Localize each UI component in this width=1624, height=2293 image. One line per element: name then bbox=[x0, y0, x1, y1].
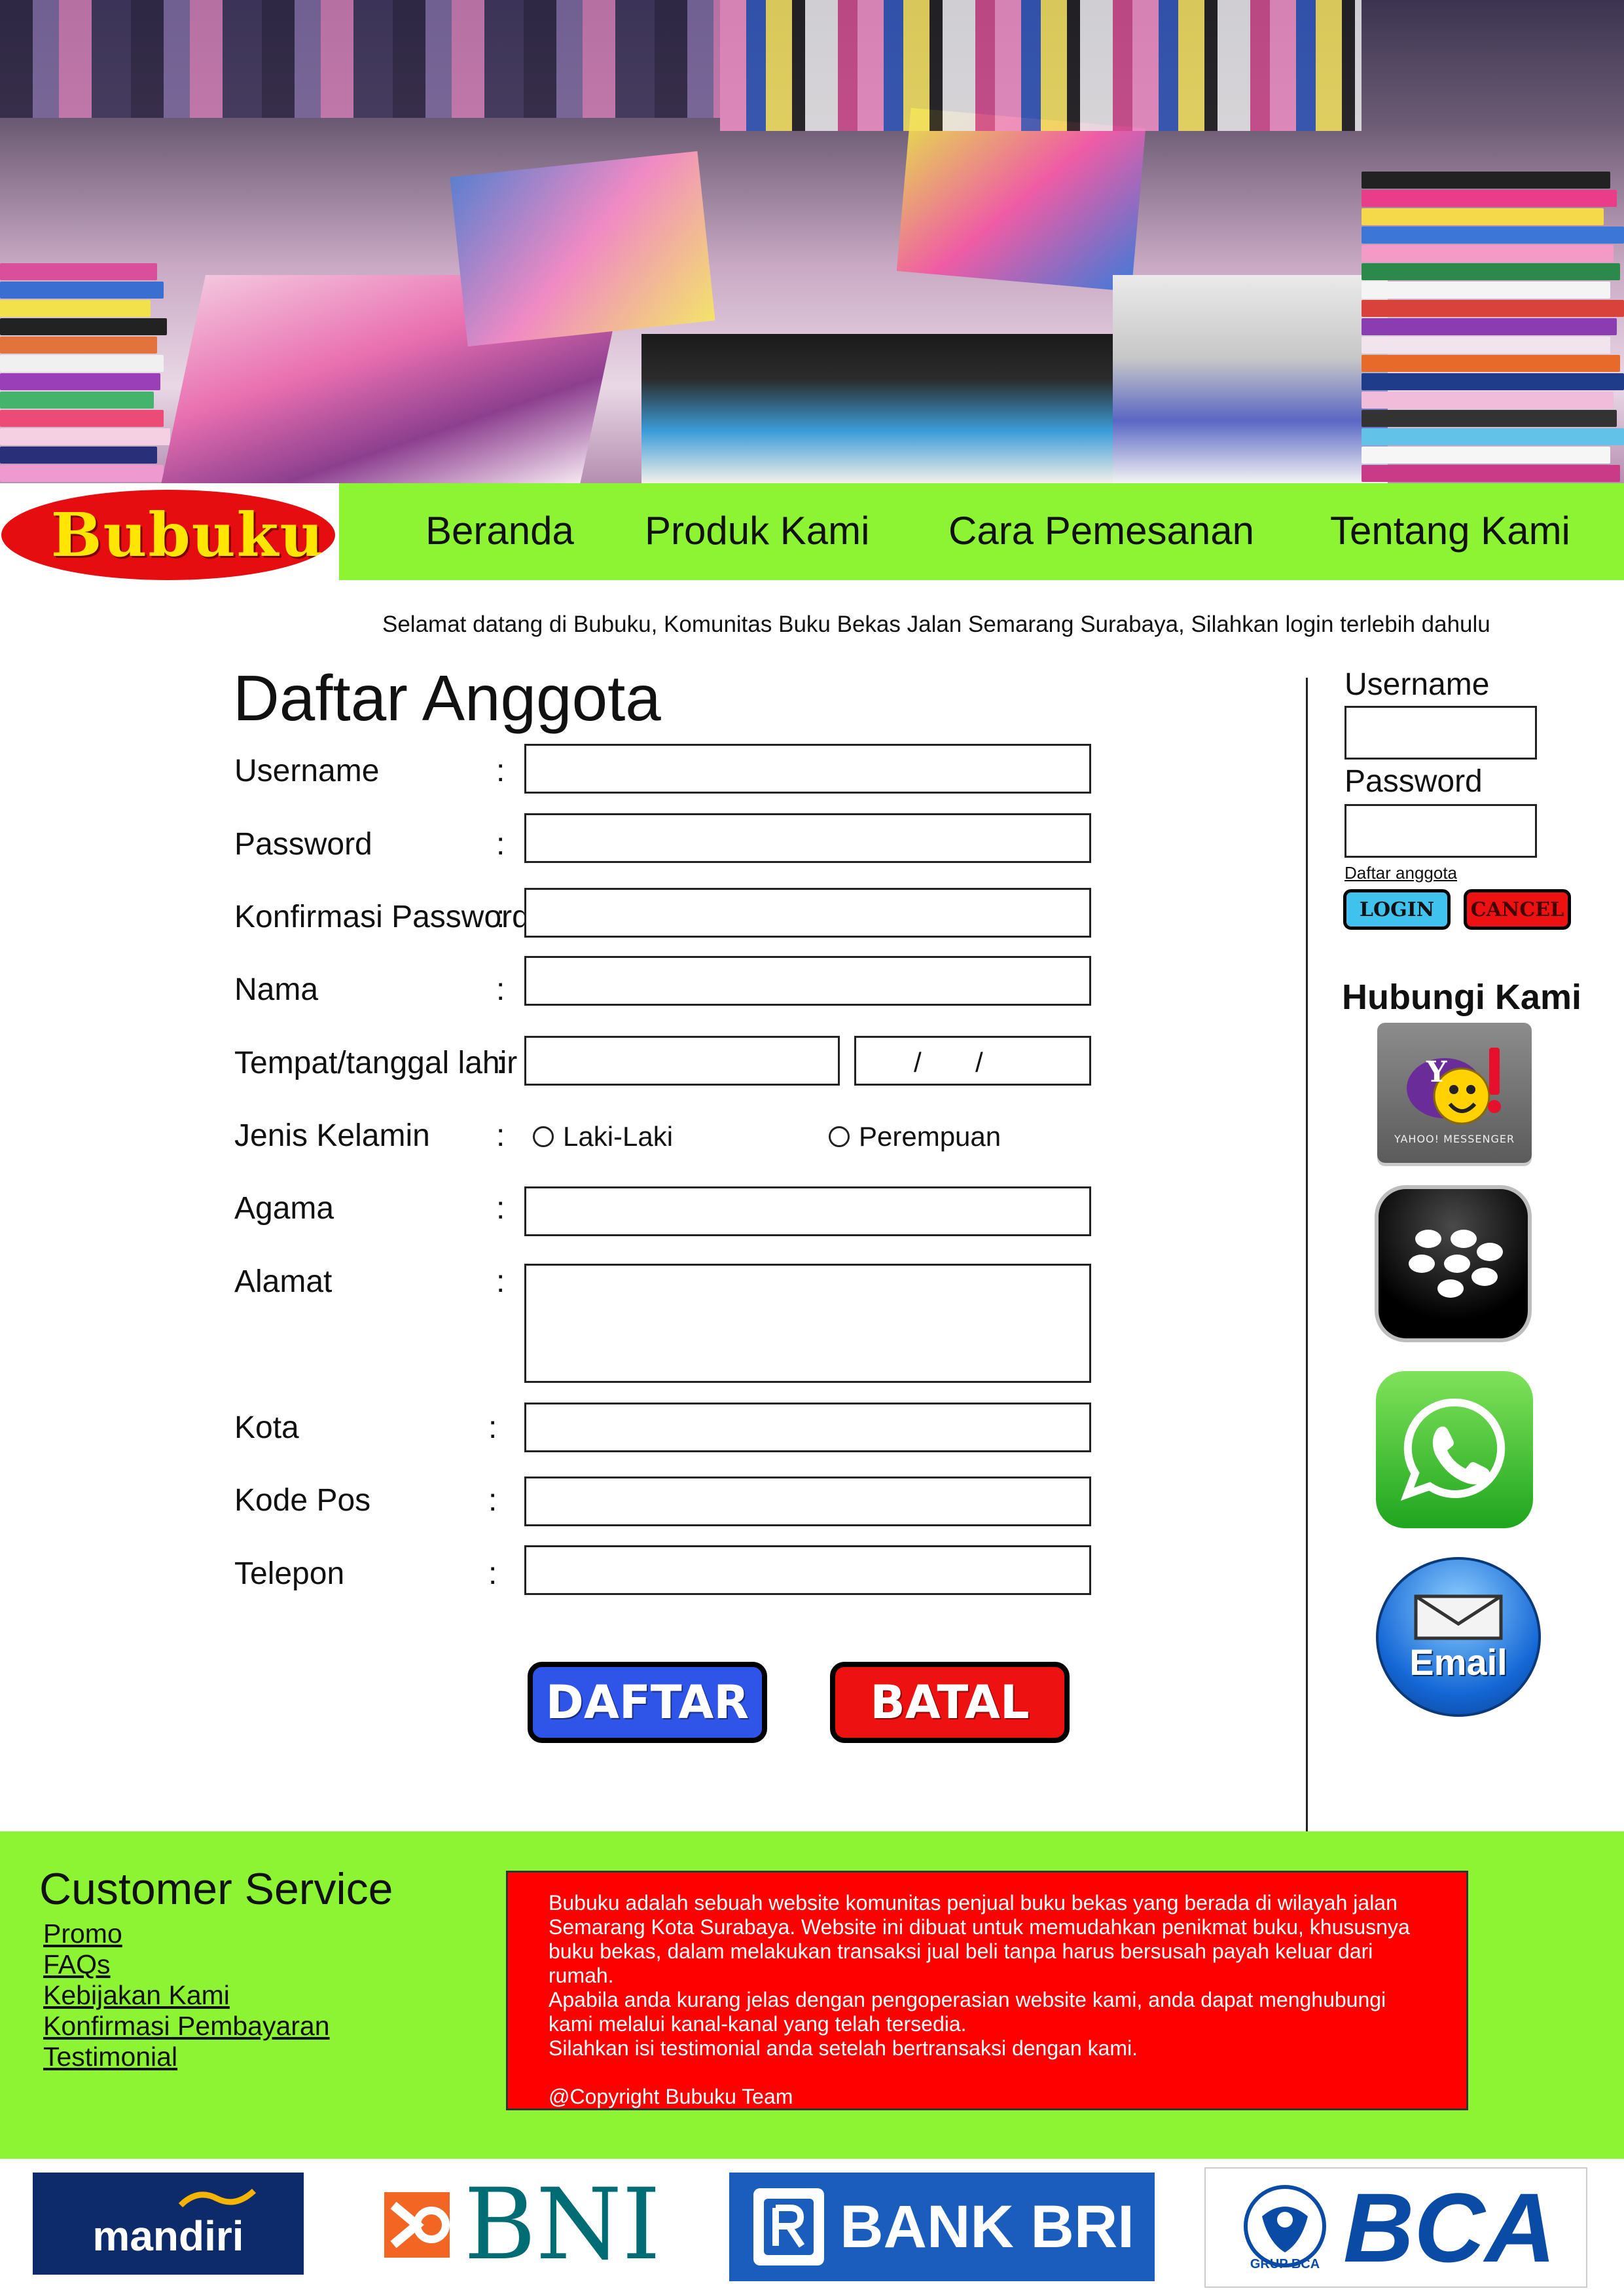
birthdate-input[interactable]: / / bbox=[854, 1036, 1091, 1086]
sidebar-username-label: Username bbox=[1344, 667, 1490, 702]
yahoo-smiley-icon: Y bbox=[1407, 1047, 1501, 1124]
bubuku-logo[interactable]: Bubuku bbox=[1, 490, 335, 580]
colon: : bbox=[496, 1264, 505, 1299]
phone-input[interactable] bbox=[524, 1545, 1091, 1595]
about-text: Bubuku adalah sebuah website komunitas p… bbox=[549, 1891, 1410, 2108]
nav-produk-kami[interactable]: Produk Kami bbox=[645, 508, 869, 553]
colon: : bbox=[488, 1556, 497, 1591]
nav-tentang-kami[interactable]: Tentang Kami bbox=[1330, 508, 1570, 553]
main-nav-bar: Beranda Produk Kami Cara Pemesanan Tenta… bbox=[339, 483, 1624, 580]
bank-mandiri-logo: mandiri bbox=[33, 2173, 304, 2275]
whatsapp-icon[interactable] bbox=[1376, 1371, 1533, 1528]
bri-symbol-icon bbox=[753, 2188, 825, 2265]
about-info-box: Bubuku adalah sebuah website komunitas p… bbox=[506, 1871, 1468, 2110]
address-label: Alamat bbox=[234, 1264, 333, 1299]
footer-link-konfirmasi-pembayaran[interactable]: Konfirmasi Pembayaran bbox=[43, 2011, 330, 2042]
bca-emblem: GRUP BCA bbox=[1236, 2184, 1334, 2272]
name-input[interactable] bbox=[524, 956, 1091, 1006]
colon: : bbox=[496, 827, 505, 862]
sidebar-password-label: Password bbox=[1344, 764, 1483, 799]
envelope-icon bbox=[1414, 1594, 1503, 1640]
birth-label: Tempat/tanggal lahir bbox=[234, 1046, 518, 1080]
sidebar-divider bbox=[1306, 678, 1308, 1831]
postal-code-label: Kode Pos bbox=[234, 1483, 371, 1518]
radio-button[interactable] bbox=[533, 1126, 554, 1147]
blackberry-logo-icon bbox=[1409, 1230, 1503, 1298]
yahoo-caption: YAHOO! MESSENGER bbox=[1394, 1132, 1515, 1145]
bank-bca-logo: GRUP BCA BCA bbox=[1204, 2167, 1587, 2288]
colon: : bbox=[488, 1410, 497, 1445]
nav-beranda[interactable]: Beranda bbox=[425, 508, 574, 553]
bca-emblem-icon bbox=[1244, 2184, 1326, 2267]
colon: : bbox=[496, 1118, 505, 1153]
date-separator: / bbox=[914, 1047, 922, 1078]
birthplace-input[interactable] bbox=[524, 1036, 840, 1086]
bca-text: BCA bbox=[1343, 2173, 1556, 2283]
city-input[interactable] bbox=[524, 1403, 1091, 1452]
welcome-message: Selamat datang di Bubuku, Komunitas Buku… bbox=[382, 612, 1490, 637]
whatsapp-phone-icon bbox=[1400, 1398, 1506, 1501]
bni-text: BNI bbox=[463, 2168, 661, 2282]
footer-link-promo[interactable]: Promo bbox=[43, 1918, 122, 1949]
cancel-button[interactable]: CANCEL bbox=[1464, 889, 1571, 930]
name-label: Nama bbox=[234, 972, 319, 1007]
email-label: Email bbox=[1409, 1641, 1507, 1683]
phone-label: Telepon bbox=[234, 1556, 345, 1591]
password-label: Password bbox=[234, 827, 372, 862]
bca-sub-text: GRUP BCA bbox=[1250, 2256, 1320, 2271]
yahoo-messenger-icon[interactable]: Y YAHOO! MESSENGER bbox=[1377, 1023, 1532, 1163]
gender-option-label: Laki-Laki bbox=[563, 1121, 674, 1152]
confirm-password-label: Konfirmasi Password bbox=[234, 900, 530, 934]
gender-option-male[interactable]: Laki-Laki bbox=[533, 1121, 673, 1152]
religion-input[interactable] bbox=[524, 1186, 1091, 1236]
gender-option-female[interactable]: Perempuan bbox=[829, 1121, 1001, 1152]
date-separator: / bbox=[975, 1047, 983, 1078]
postal-code-input[interactable] bbox=[524, 1477, 1091, 1526]
footer-link-faqs[interactable]: FAQs bbox=[43, 1949, 111, 1980]
gender-label: Jenis Kelamin bbox=[234, 1118, 430, 1153]
colon: : bbox=[496, 1191, 505, 1226]
svg-text:Y: Y bbox=[1426, 1055, 1447, 1089]
daftar-button[interactable]: DAFTAR bbox=[528, 1662, 767, 1743]
bri-text: BANK BRI bbox=[840, 2193, 1134, 2260]
bni-symbol-icon bbox=[384, 2192, 450, 2258]
mandiri-text: mandiri bbox=[92, 2212, 244, 2260]
contact-title: Hubungi Kami bbox=[1342, 978, 1581, 1017]
hero-banner-books-photo bbox=[0, 0, 1624, 483]
gender-option-label: Perempuan bbox=[859, 1121, 1001, 1152]
bank-bri-logo: BANK BRI bbox=[729, 2173, 1155, 2281]
footer-link-testimonial[interactable]: Testimonial bbox=[43, 2042, 177, 2072]
colon: : bbox=[496, 754, 505, 788]
address-textarea[interactable] bbox=[524, 1264, 1091, 1383]
mandiri-wave-icon bbox=[178, 2188, 257, 2208]
form-title: Daftar Anggota bbox=[233, 662, 661, 734]
blackberry-icon[interactable] bbox=[1375, 1185, 1532, 1342]
footer-link-kebijakan[interactable]: Kebijakan Kami bbox=[43, 1980, 230, 2011]
sidebar-username-input[interactable] bbox=[1344, 706, 1537, 760]
login-button[interactable]: LOGIN bbox=[1343, 889, 1451, 930]
customer-service-title: Customer Service bbox=[39, 1864, 393, 1914]
confirm-password-input[interactable] bbox=[524, 888, 1091, 938]
username-input[interactable] bbox=[524, 744, 1091, 794]
religion-label: Agama bbox=[234, 1191, 334, 1226]
sidebar-password-input[interactable] bbox=[1344, 804, 1537, 858]
email-icon[interactable]: Email bbox=[1376, 1557, 1541, 1717]
nav-cara-pemesanan[interactable]: Cara Pemesanan bbox=[948, 508, 1254, 553]
colon: : bbox=[496, 1046, 505, 1080]
bank-bni-logo: BNI bbox=[367, 2173, 674, 2277]
colon: : bbox=[496, 900, 505, 934]
password-input[interactable] bbox=[524, 813, 1091, 863]
batal-button[interactable]: BATAL bbox=[830, 1662, 1070, 1743]
radio-button[interactable] bbox=[829, 1126, 850, 1147]
colon: : bbox=[496, 972, 505, 1007]
register-link[interactable]: Daftar anggota bbox=[1344, 863, 1457, 883]
city-label: Kota bbox=[234, 1410, 299, 1445]
username-label: Username bbox=[234, 754, 380, 788]
logo-text: Bubuku bbox=[50, 500, 325, 570]
colon: : bbox=[488, 1483, 497, 1518]
